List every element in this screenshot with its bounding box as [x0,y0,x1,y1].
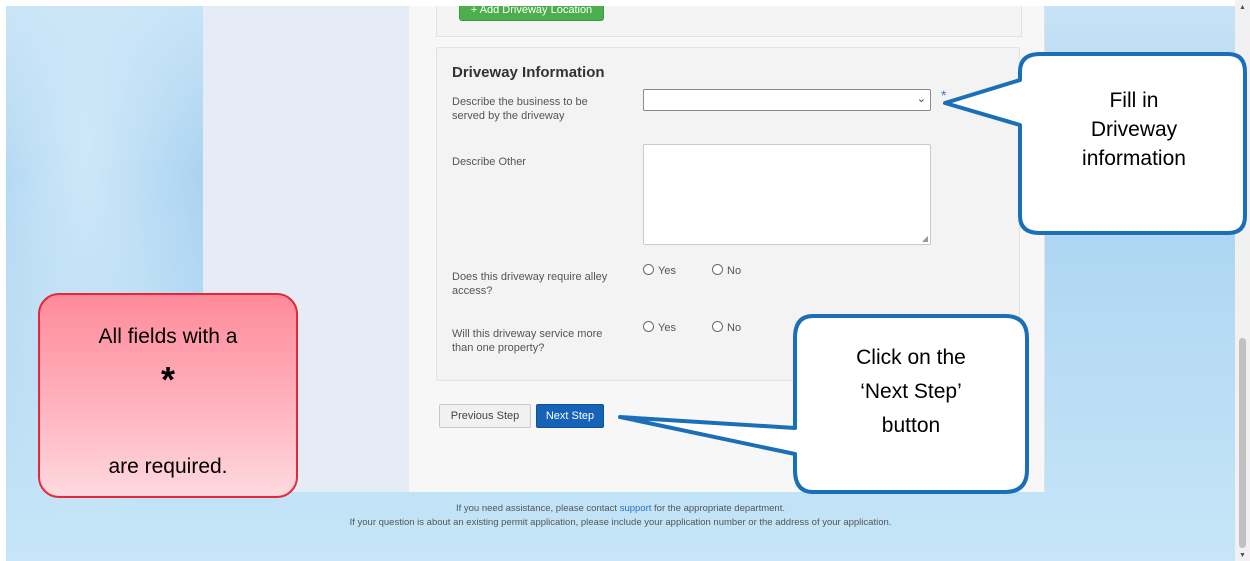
multi-no-radio[interactable]: No [712,321,741,334]
scroll-down-icon[interactable]: ▼ [1239,552,1246,559]
vertical-scrollbar[interactable]: ▲ ▼ [1235,0,1250,561]
fill-in-callout-text: Fill in Driveway information [1082,89,1186,170]
alley-no-label: No [727,265,742,277]
multi-yes-radio[interactable]: Yes [643,321,676,334]
required-callout-star: * [160,359,175,400]
footer-text: If you need assistance, please contact [455,503,618,514]
radio-circle-icon [712,264,723,275]
scroll-thumb[interactable] [1239,338,1246,548]
driveway-location-section: + Add Driveway Location [436,6,1022,37]
driveway-information-section: Driveway Information Describe the busine… [436,47,1020,381]
alley-yes-radio[interactable]: Yes [643,264,676,277]
radio-circle-icon [643,321,654,332]
footer-line-1: If you need assistance, please contact s… [6,502,1235,516]
radio-circle-icon [712,321,723,332]
multi-yes-label: Yes [658,322,676,334]
required-asterisk: * [941,87,947,103]
business-select[interactable]: ⌄ [643,89,931,111]
side-column [203,6,409,492]
page-footer: If you need assistance, please contact s… [6,502,1235,530]
describe-other-label: Describe Other [452,156,526,168]
support-link[interactable]: support [620,503,652,514]
describe-other-textarea[interactable]: ◢ [643,144,931,245]
previous-step-button[interactable]: Previous Step [439,404,531,428]
multi-no-label: No [727,322,742,334]
next-step-button[interactable]: Next Step [536,404,604,428]
footer-line-2: If your question is about an existing pe… [349,517,892,528]
section-title: Driveway Information [452,64,605,81]
multi-property-label: Will this driveway service more than one… [452,328,603,354]
chevron-down-icon: ⌄ [916,93,926,105]
scroll-up-icon[interactable]: ▲ [1239,4,1246,11]
required-callout-bottom-text: are required. [108,455,228,478]
required-callout-top-text: All fields with a [98,325,238,348]
alley-access-label: Does this driveway require alley access? [452,271,608,297]
business-label: Describe the business to be served by th… [452,96,588,122]
footer-text: for the appropriate department. [654,503,785,514]
alley-no-radio[interactable]: No [712,264,741,277]
radio-circle-icon [643,264,654,275]
alley-yes-label: Yes [658,265,676,277]
next-step-callout-text: Click on the ‘Next Step’ button [856,346,966,437]
resize-grip-icon[interactable]: ◢ [922,234,928,243]
add-driveway-location-button[interactable]: + Add Driveway Location [459,6,604,21]
